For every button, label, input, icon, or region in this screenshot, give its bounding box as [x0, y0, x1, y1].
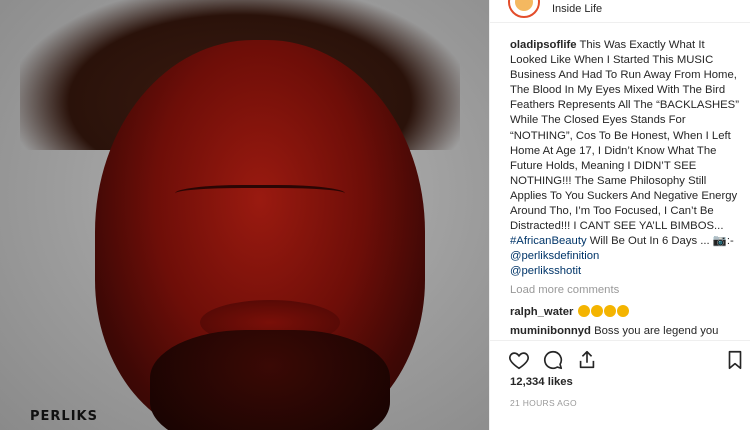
post-caption: oladipsoflife This Was Exactly What It L… — [510, 38, 742, 280]
comment-username[interactable]: ralph_water — [510, 306, 573, 318]
post-header: Inside Life — [490, 0, 750, 23]
clap-emoji-icon — [603, 305, 616, 317]
post-actions — [490, 340, 750, 381]
photo-eyes — [175, 185, 345, 206]
clap-emoji-icon — [590, 305, 603, 317]
heart-icon[interactable] — [508, 349, 530, 371]
post-location[interactable]: Inside Life — [552, 3, 602, 15]
post-timestamp: 21 HOURS AGO — [510, 398, 577, 408]
caption-text-2: Will Be Out In 6 Days ... 📷:- — [586, 235, 734, 248]
post-photo[interactable]: PERLIKS — [0, 0, 489, 430]
caption-mention-1[interactable]: @perliksdefinition — [510, 250, 599, 262]
caption-username[interactable]: oladipsoflife — [510, 39, 577, 51]
photo-watermark: PERLIKS — [30, 409, 98, 424]
bookmark-icon[interactable] — [724, 349, 746, 371]
caption-text: This Was Exactly What It Looked Like Whe… — [510, 39, 739, 233]
avatar[interactable] — [508, 0, 540, 18]
clap-emoji-icon — [577, 305, 590, 317]
comment: muminibonnyd Boss you are legend you — [510, 325, 742, 337]
clap-emoji-icon — [616, 305, 629, 317]
share-icon[interactable] — [576, 349, 598, 371]
likes-count[interactable]: 12,334 likes — [510, 376, 573, 388]
photo-beard — [150, 330, 390, 430]
comment-text: Boss you are legend you — [590, 325, 719, 337]
load-more-comments-link[interactable]: Load more comments — [510, 284, 619, 296]
comment-username[interactable]: muminibonnyd — [510, 325, 591, 337]
caption-mention-2[interactable]: @perliksshotit — [510, 265, 581, 277]
caption-hashtag[interactable]: #AfricanBeauty — [510, 235, 587, 247]
comment: ralph_water — [510, 305, 742, 318]
post-side-panel: Inside Life oladipsoflife This Was Exact… — [489, 0, 750, 430]
comment-icon[interactable] — [542, 349, 564, 371]
